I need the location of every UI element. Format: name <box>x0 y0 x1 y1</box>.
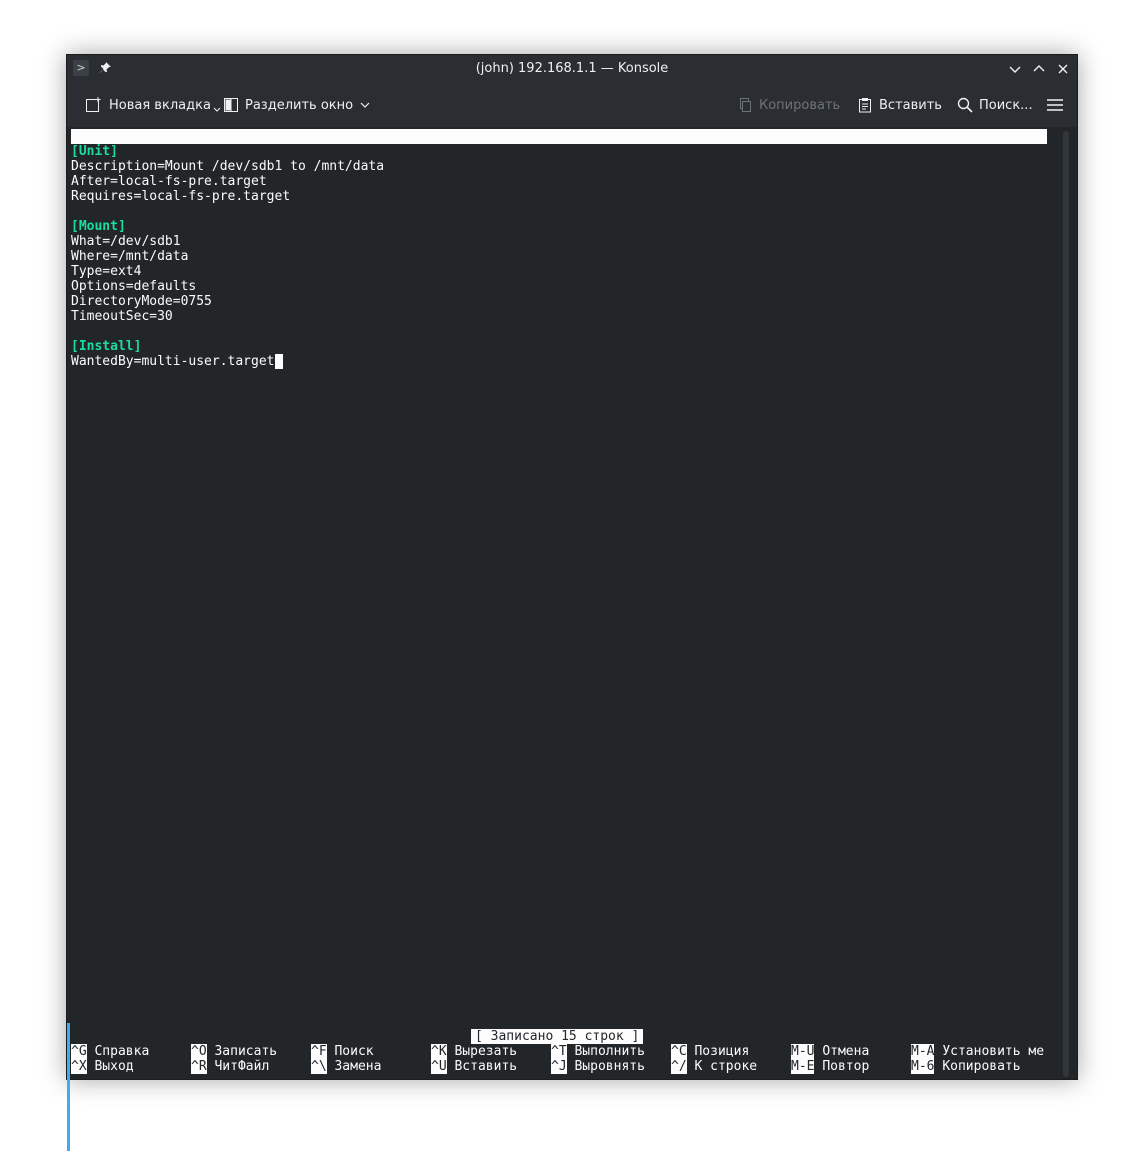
close-button[interactable] <box>1053 59 1073 79</box>
shortcut-label: Выполнить <box>574 1044 645 1059</box>
shortcut-key: M-U <box>791 1044 815 1059</box>
config-line: TimeoutSec=30 <box>71 309 173 324</box>
hamburger-menu-button[interactable] <box>1047 95 1063 115</box>
config-line: DirectoryMode=0755 <box>71 294 212 309</box>
shortcut-key: ^G <box>71 1044 87 1059</box>
toolbar: Новая вкладка Разделить окно Копировать … <box>67 83 1077 127</box>
split-view-icon <box>224 98 238 112</box>
shortcut-key: ^X <box>71 1059 87 1074</box>
nano-shortcut: ^C Позиция <box>671 1044 749 1059</box>
shortcut-label: Замена <box>334 1059 382 1074</box>
shortcut-label: Выход <box>94 1059 134 1074</box>
chevron-down-icon <box>360 102 370 108</box>
nano-shortcut: ^R ЧитФайл <box>191 1059 269 1074</box>
config-line: Where=/mnt/data <box>71 249 189 264</box>
nano-shortcut: ^/ К строке <box>671 1059 757 1074</box>
paste-label: Вставить <box>879 97 942 113</box>
nano-header-bar: GNU nano 8.4 /etc/systemd/system/mnt-dat… <box>71 129 1047 174</box>
konsole-window: > (john) 192.168.1.1 — Konsole Новая вкл… <box>66 54 1078 1151</box>
nano-shortcut: ^\ Замена <box>311 1059 381 1074</box>
shortcut-label: Отмена <box>822 1044 870 1059</box>
find-label: Поиск... <box>979 97 1033 113</box>
config-line: Description=Mount /dev/sdb1 to /mnt/data <box>71 159 385 174</box>
shortcut-key: ^J <box>551 1059 567 1074</box>
shortcut-key: ^O <box>191 1044 207 1059</box>
config-line: Options=defaults <box>71 279 197 294</box>
find-button[interactable]: Поиск... <box>957 95 1033 115</box>
nano-shortcut: ^U Вставить <box>431 1059 517 1074</box>
shortcut-key: ^T <box>551 1044 567 1059</box>
nano-shortcut: M-6 Копировать <box>911 1059 1021 1074</box>
new-tab-button[interactable]: Новая вкладка <box>85 95 221 115</box>
shortcut-key: M-E <box>791 1059 815 1074</box>
shortcut-key: ^C <box>671 1044 687 1059</box>
split-view-label: Разделить окно <box>245 97 354 113</box>
nano-shortcut: ^T Выполнить <box>551 1044 645 1059</box>
nano-shortcut: ^G Справка <box>71 1044 149 1059</box>
paste-icon <box>859 98 871 113</box>
paste-button[interactable]: Вставить <box>857 95 942 115</box>
nano-shortcut: M-A Установить ме <box>911 1044 1044 1059</box>
nano-shortcut: M-U Отмена <box>791 1044 869 1059</box>
config-line: After=local-fs-pre.target <box>71 174 267 189</box>
search-icon <box>957 97 973 113</box>
nano-shortcut: ^K Вырезать <box>431 1044 517 1059</box>
nano-filename: /etc/systemd/system/mnt-data.mount <box>439 159 706 174</box>
nano-shortcut: ^J Выровнять <box>551 1059 645 1074</box>
nano-status-message: [ Записано 15 строк ] <box>471 1029 644 1044</box>
shortcut-label: Выровнять <box>574 1059 645 1074</box>
terminal-area[interactable]: GNU nano 8.4 /etc/systemd/system/mnt-dat… <box>67 127 1059 1151</box>
shortcut-label: Записать <box>214 1044 278 1059</box>
nano-shortcut: M-E Повтор <box>791 1059 869 1074</box>
nano-shortcut: ^F Поиск <box>311 1044 374 1059</box>
maximize-button[interactable] <box>1029 59 1049 79</box>
split-view-button[interactable]: Разделить окно <box>223 95 371 115</box>
focus-indicator <box>67 1023 70 1151</box>
copy-button[interactable]: Копировать <box>737 95 840 115</box>
title-bar[interactable]: > (john) 192.168.1.1 — Konsole <box>67 55 1077 83</box>
shortcut-label: Вставить <box>454 1059 518 1074</box>
terminal-scrollbar[interactable] <box>1063 131 1069 1077</box>
shortcut-key: M-6 <box>911 1059 935 1074</box>
config-line: What=/dev/sdb1 <box>71 234 181 249</box>
chevron-down-icon <box>213 107 221 112</box>
shortcut-label: Позиция <box>694 1044 750 1059</box>
new-tab-icon <box>86 97 101 112</box>
window-title: (john) 192.168.1.1 — Konsole <box>475 61 669 76</box>
config-section-header: [Mount] <box>71 219 126 234</box>
hamburger-menu-icon <box>1047 99 1063 111</box>
shortcut-key: M-A <box>911 1044 935 1059</box>
shortcut-key: ^\ <box>311 1059 327 1074</box>
shortcut-label: Копировать <box>942 1059 1021 1074</box>
copy-label: Копировать <box>759 97 841 113</box>
config-line: Type=ext4 <box>71 264 142 279</box>
shortcut-label: ЧитФайл <box>214 1059 270 1074</box>
minimize-button[interactable] <box>1005 59 1025 79</box>
shortcut-key: ^R <box>191 1059 207 1074</box>
shortcut-label: Установить ме <box>942 1044 1045 1059</box>
config-line: Requires=local-fs-pre.target <box>71 189 291 204</box>
shortcut-label: Поиск <box>334 1044 374 1059</box>
config-section-header: [Install] <box>71 339 142 354</box>
shortcut-key: ^U <box>431 1059 447 1074</box>
config-line: WantedBy=multi-user.target <box>71 354 283 369</box>
nano-shortcut: ^O Записать <box>191 1044 277 1059</box>
nano-shortcut: ^X Выход <box>71 1059 134 1074</box>
shortcut-key: ^K <box>431 1044 447 1059</box>
new-tab-label: Новая вкладка <box>109 97 211 113</box>
shortcut-key: ^F <box>311 1044 327 1059</box>
config-section-header: [Unit] <box>71 144 118 159</box>
shortcut-label: Вырезать <box>454 1044 518 1059</box>
shortcut-key: ^/ <box>671 1059 687 1074</box>
text-cursor <box>274 354 283 369</box>
copy-icon <box>740 98 751 112</box>
shortcut-label: Справка <box>94 1044 150 1059</box>
shortcut-label: Повтор <box>822 1059 870 1074</box>
shortcut-label: К строке <box>694 1059 758 1074</box>
